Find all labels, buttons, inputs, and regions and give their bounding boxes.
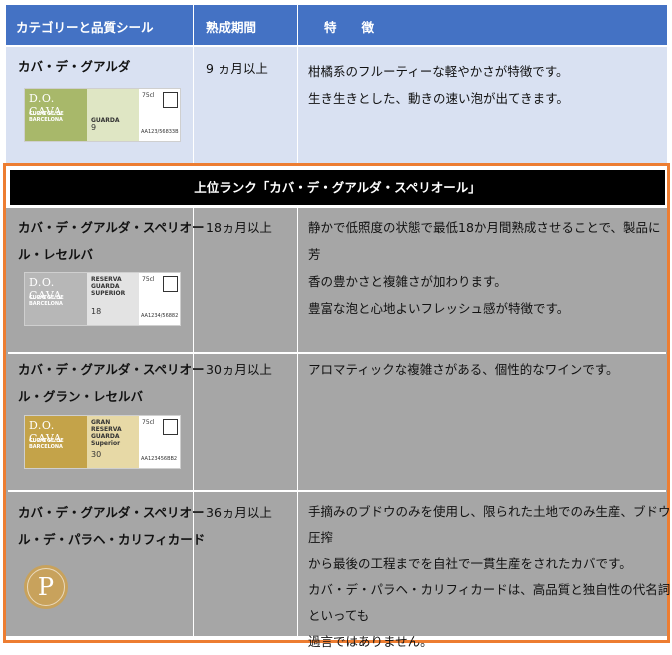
feature-text: アロマティックな複雑さがある、個性的なワインです。 xyxy=(308,362,619,377)
header-features: 特 徴 xyxy=(324,20,375,35)
paraje-seal-icon: P xyxy=(24,565,68,609)
feature-text: 手摘みのブドウのみを使用し、限られた土地でのみ生産、ブドウ圧搾 から最後の工程ま… xyxy=(308,504,671,649)
quality-seal-label: D.O. CAVA CUPATGE DE BARCELONA GRAN RESE… xyxy=(24,415,181,469)
aging-period: 36ヵ月以上 xyxy=(206,505,272,520)
aging-period: 18ヵ月以上 xyxy=(206,220,272,235)
table-header: カテゴリーと品質シール 熟成期間 特 徴 xyxy=(6,5,667,45)
header-aging: 熟成期間 xyxy=(206,20,257,35)
aging-period: 30ヵ月以上 xyxy=(206,362,272,377)
premium-banner: 上位ランク「カバ・デ・グアルダ・スペリオール」 xyxy=(10,170,665,205)
aging-period: 9 ヵ月以上 xyxy=(206,61,268,76)
category-name: カバ・デ・グアルダ・スペリオー ル・グラン・レセルバ xyxy=(18,362,205,404)
quality-seal-label: D.O. CAVA CUPATGE DE BARCELONA GUARDA 9 … xyxy=(24,88,181,142)
category-name: カバ・デ・グアルダ・スペリオー ル・デ・パラヘ・カリフィカード xyxy=(18,505,206,547)
category-name: カバ・デ・グアルダ xyxy=(18,59,131,74)
quality-seal-label: D.O. CAVA CUPATGE DE BARCELONA RESERVA G… xyxy=(24,272,181,326)
header-category: カテゴリーと品質シール xyxy=(16,20,154,35)
category-name: カバ・デ・グアルダ・スペリオー ル・レセルバ xyxy=(18,220,205,262)
feature-text: 静かで低照度の状態で最低18か月間熟成させることで、製品に芳 香の豊かさと複雑さ… xyxy=(308,220,661,316)
feature-text: 柑橘系のフルーティーな軽やかさが特徴です。 生き生きとした、動きの速い泡が出てき… xyxy=(308,64,569,106)
